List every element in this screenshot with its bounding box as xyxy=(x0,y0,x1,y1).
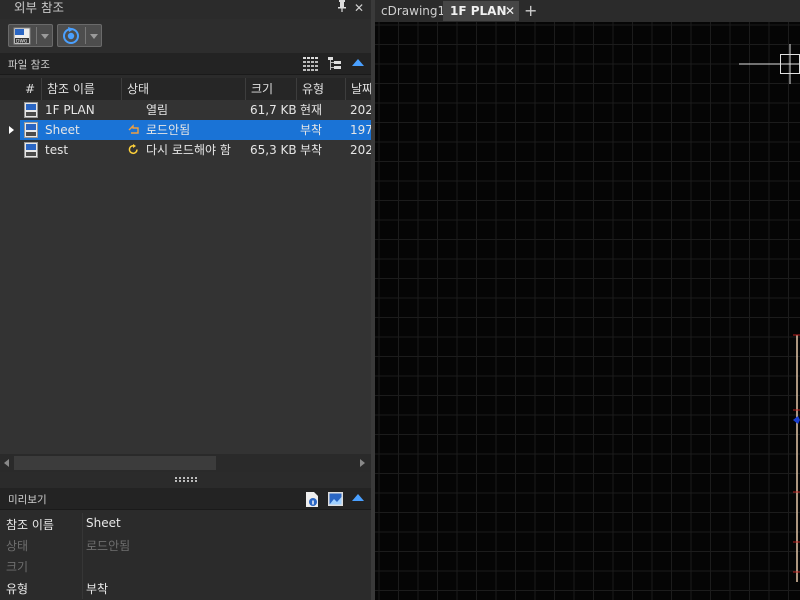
ref-status: 로드안됨 xyxy=(146,123,191,137)
detail-value: 부착 xyxy=(86,582,109,596)
detail-row: 크기 xyxy=(0,555,371,577)
ref-size: 65,3 KB xyxy=(250,143,296,157)
collapse-arrow-icon[interactable] xyxy=(352,494,364,501)
close-icon[interactable]: ✕ xyxy=(505,1,515,21)
ref-name: Sheet xyxy=(45,123,80,137)
col-header-size[interactable]: 크기 xyxy=(246,78,297,100)
table-row[interactable]: 1F PLAN 열림 61,7 KB 현재 2020 xyxy=(0,100,371,120)
ref-size: 61,7 KB xyxy=(250,103,296,117)
dwg-file-icon xyxy=(24,142,38,158)
details-icon[interactable] xyxy=(305,492,319,507)
col-header-name[interactable]: 참조 이름 xyxy=(42,78,122,100)
detail-row: 참조 이름 Sheet xyxy=(0,513,371,535)
detail-key: 유형 xyxy=(6,582,29,596)
tab-cdrawing1[interactable]: cDrawing1 xyxy=(375,1,445,21)
file-refs-grid: # 참조 이름 상태 크기 유형 날짜 1F PLAN 열림 61,7 KB 현… xyxy=(0,78,371,454)
unloaded-icon xyxy=(128,124,139,134)
col-header-status[interactable]: 상태 xyxy=(122,78,246,100)
palette-titlebar: 외부 참조 ✕ xyxy=(0,0,373,18)
ref-name: test xyxy=(45,143,69,157)
tab-label: 1F PLAN xyxy=(450,4,507,18)
detail-key: 상태 xyxy=(6,539,29,553)
dwg-file-icon xyxy=(24,102,38,118)
chevron-down-icon[interactable] xyxy=(90,34,98,39)
drawing-geometry xyxy=(793,334,800,582)
attach-dwg-button[interactable]: DWG xyxy=(8,24,53,47)
refresh-icon xyxy=(63,27,79,44)
ref-status: 다시 로드해야 함 xyxy=(146,143,231,157)
scroll-right-icon[interactable] xyxy=(360,459,365,467)
tree-view-icon[interactable] xyxy=(328,57,342,71)
col-header-type[interactable]: 유형 xyxy=(297,78,346,100)
file-refs-label: 파일 참조 xyxy=(8,59,50,71)
list-view-icon[interactable] xyxy=(303,57,319,71)
details-table: 참조 이름 Sheet 상태 로드안됨 크기 유형 부착 xyxy=(0,512,371,600)
col-header-date[interactable]: 날짜 xyxy=(346,78,371,100)
palette-title: 외부 참조 xyxy=(14,0,64,15)
dwg-file-icon xyxy=(24,122,38,138)
ref-type: 현재 xyxy=(300,103,323,117)
ref-date: 2020 xyxy=(350,143,371,157)
chevron-down-icon[interactable] xyxy=(41,34,49,39)
preview-icon[interactable] xyxy=(328,492,343,506)
dwg-attach-icon: DWG xyxy=(13,27,31,45)
grip-icon[interactable] xyxy=(175,477,197,482)
col-header-index[interactable]: # xyxy=(0,78,42,100)
table-row[interactable]: test 다시 로드해야 함 65,3 KB 부착 2020 xyxy=(0,140,371,160)
detail-row: 유형 부착 xyxy=(0,577,371,599)
xref-palette: 외부 참조 ✕ DWG 파일 참조 # 참조 이름 상태 크기 유형 날짜 1F… xyxy=(0,0,373,600)
reload-needed-icon xyxy=(128,144,138,155)
preview-header[interactable]: 미리보기 xyxy=(0,488,371,510)
ref-date: 1970 xyxy=(350,123,371,137)
close-icon[interactable]: ✕ xyxy=(354,0,364,16)
pane-splitter[interactable] xyxy=(0,472,371,488)
scrollbar-thumb[interactable] xyxy=(14,456,216,470)
document-tabbar: cDrawing1 1F PLAN ✕ + xyxy=(375,0,800,22)
scroll-left-icon[interactable] xyxy=(4,459,9,467)
file-refs-header[interactable]: 파일 참조 xyxy=(0,53,371,75)
preview-label: 미리보기 xyxy=(8,494,47,506)
grid-header: # 참조 이름 상태 크기 유형 날짜 xyxy=(0,78,371,100)
ref-size xyxy=(250,120,296,140)
detail-key: 참조 이름 xyxy=(6,518,54,532)
svg-text:DWG: DWG xyxy=(16,39,28,45)
horizontal-scrollbar[interactable] xyxy=(0,454,371,472)
ref-type: 부착 xyxy=(300,143,323,157)
detail-row: 상태 로드안됨 xyxy=(0,534,371,556)
drawing-viewport[interactable] xyxy=(375,22,800,600)
drawing-canvas[interactable] xyxy=(375,22,800,600)
detail-value: 로드안됨 xyxy=(86,539,131,553)
ref-name: 1F PLAN xyxy=(45,103,95,117)
pin-icon[interactable] xyxy=(337,0,347,16)
current-row-icon xyxy=(9,126,14,134)
collapse-arrow-icon[interactable] xyxy=(352,59,364,66)
add-tab-button[interactable]: + xyxy=(520,1,540,21)
ref-date: 2020 xyxy=(350,103,371,117)
ref-status: 열림 xyxy=(146,103,169,117)
refresh-button[interactable] xyxy=(57,24,102,47)
tab-1f-plan[interactable]: 1F PLAN ✕ xyxy=(443,1,519,21)
palette-toolbar: DWG xyxy=(0,19,373,53)
detail-value: Sheet xyxy=(86,516,121,530)
table-row[interactable]: Sheet 로드안됨 부착 1970 xyxy=(0,120,371,140)
ref-type: 부착 xyxy=(300,123,323,137)
detail-key: 크기 xyxy=(6,560,29,574)
